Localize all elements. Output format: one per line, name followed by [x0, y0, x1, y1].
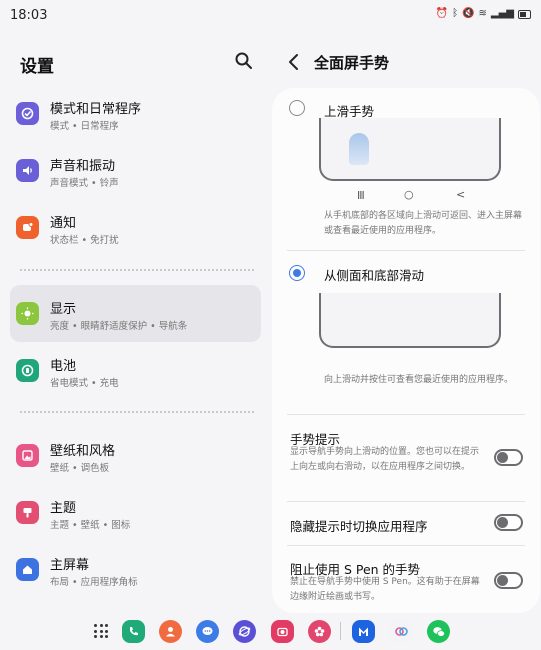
mute-icon: 🔇 [462, 8, 475, 19]
menu-item-subtitle: 模式 • 日常程序 [50, 121, 119, 132]
swipe-up-gesture-radio[interactable] [289, 100, 305, 116]
switch-apps-hidden-title: 隐藏提示时切换应用程序 [290, 519, 428, 534]
camera-app-icon[interactable] [271, 620, 294, 643]
option-description: 从手机底部的各区域向上滑动可返回、进入主屏幕或查看最近使用的应用程序。 [324, 211, 523, 236]
gesture-hint-description: 显示导航手势向上滑动的位置。您也可以在提示上向左或向右滑动，以在应用程序之间切换… [290, 447, 480, 472]
page-title: 全面屏手势 [314, 54, 390, 72]
side-bottom-preview [319, 293, 501, 348]
back-nav-icon: < [456, 188, 466, 201]
wallpaper-icon [16, 444, 39, 467]
themes-icon [16, 501, 39, 524]
battery-status-icon [518, 9, 531, 19]
menu-item-title: 壁纸和风格 [50, 444, 116, 459]
status-bar: 18:03 ⏰ ᛒ 🔇 ≋ ▂▄▆ [0, 0, 541, 30]
menu-item-subtitle: 省电模式 • 充电 [50, 378, 119, 389]
messages-app-icon[interactable] [196, 620, 219, 643]
block-s-pen-toggle[interactable] [494, 572, 523, 589]
status-time: 18:03 [10, 8, 48, 23]
alarm-icon: ⏰ [435, 8, 449, 19]
mango-app-icon[interactable] [352, 620, 375, 643]
section-divider [20, 269, 254, 271]
menu-item-display[interactable]: 显示 亮度 • 眼睛舒适度保护 • 导航条 [10, 285, 261, 342]
menu-item-wallpaper[interactable]: 壁纸和风格 壁纸 • 调色板 [10, 427, 261, 484]
menu-item-subtitle: 声音模式 • 铃声 [50, 178, 119, 189]
home-icon: ○ [404, 188, 414, 201]
option-description: 向上滑动并按住可查看您最近使用的应用程序。 [324, 375, 514, 385]
display-icon [16, 302, 39, 325]
gesture-hint-toggle[interactable] [494, 449, 523, 466]
menu-item-home-screen[interactable]: 主屏幕 布局 • 应用程序角标 [10, 541, 261, 598]
menu-item-battery[interactable]: 电池 省电模式 • 充电 [10, 342, 261, 399]
menu-item-title: 声音和振动 [50, 159, 116, 174]
dock-separator [340, 622, 341, 640]
wifi-icon: ≋ [478, 8, 487, 19]
notification-icon [16, 216, 39, 239]
taskbar [0, 612, 541, 650]
divider [287, 501, 525, 502]
status-icons: ⏰ ᛒ 🔇 ≋ ▂▄▆ [436, 9, 531, 19]
wechat-app-icon[interactable] [427, 620, 450, 643]
menu-item-title: 主屏幕 [50, 558, 90, 573]
menu-item-notifications[interactable]: 通知 状态栏 • 免打扰 [10, 199, 261, 256]
divider [287, 414, 525, 415]
back-icon[interactable] [285, 52, 305, 72]
menu-item-title: 主题 [50, 501, 77, 516]
settings-title: 设置 [20, 57, 54, 77]
menu-item-subtitle: 布局 • 应用程序角标 [50, 577, 138, 588]
menu-item-title: 电池 [50, 359, 77, 374]
phone-app-icon[interactable] [122, 620, 145, 643]
menu-item-sound[interactable]: 声音和振动 声音模式 • 铃声 [10, 142, 261, 199]
option-label[interactable]: 从侧面和底部滑动 [324, 265, 424, 284]
modes-routines-icon [16, 102, 39, 125]
gesture-settings-card: 上滑手势 III ○ < 从手机底部的各区域向上滑动可返回、进入主屏幕或查看最近… [272, 88, 540, 613]
menu-item-modes-routines[interactable]: 模式和日常程序 模式 • 日常程序 [10, 85, 261, 142]
switch-apps-hidden-toggle[interactable] [494, 514, 523, 531]
home-screen-icon [16, 558, 39, 581]
apps-grid-icon[interactable] [94, 624, 108, 638]
menu-item-title: 显示 [50, 302, 77, 317]
search-icon[interactable] [233, 50, 255, 72]
divider [287, 250, 525, 251]
signal-icon: ▂▄▆ [490, 8, 514, 19]
swipe-indicator [349, 133, 369, 165]
menu-item-subtitle: 壁纸 • 调色板 [50, 463, 110, 474]
battery-icon [16, 359, 39, 382]
menu-item-subtitle: 主题 • 壁纸 • 图标 [50, 520, 131, 531]
menu-item-subtitle: 状态栏 • 免打扰 [50, 235, 119, 246]
menu-item-title: 模式和日常程序 [50, 102, 142, 117]
menu-item-themes[interactable]: 主题 主题 • 壁纸 • 图标 [10, 484, 261, 541]
link-app-icon[interactable] [390, 620, 413, 643]
contacts-app-icon[interactable] [159, 620, 182, 643]
block-s-pen-description: 禁止在导航手势中使用 S Pen。这有助于在屏幕边缘附近绘画或书写。 [290, 577, 480, 602]
side-bottom-swipe-radio[interactable] [289, 265, 305, 281]
recent-apps-icon: III [357, 189, 365, 202]
gallery-app-icon[interactable] [308, 620, 331, 643]
swipe-up-preview [319, 118, 501, 181]
section-divider [20, 411, 254, 413]
menu-item-subtitle: 亮度 • 眼睛舒适度保护 • 导航条 [50, 321, 188, 332]
bluetooth-icon: ᛒ [452, 8, 459, 19]
internet-app-icon[interactable] [233, 620, 256, 643]
menu-item-title: 通知 [50, 216, 77, 231]
sound-icon [16, 159, 39, 182]
divider [287, 545, 525, 546]
